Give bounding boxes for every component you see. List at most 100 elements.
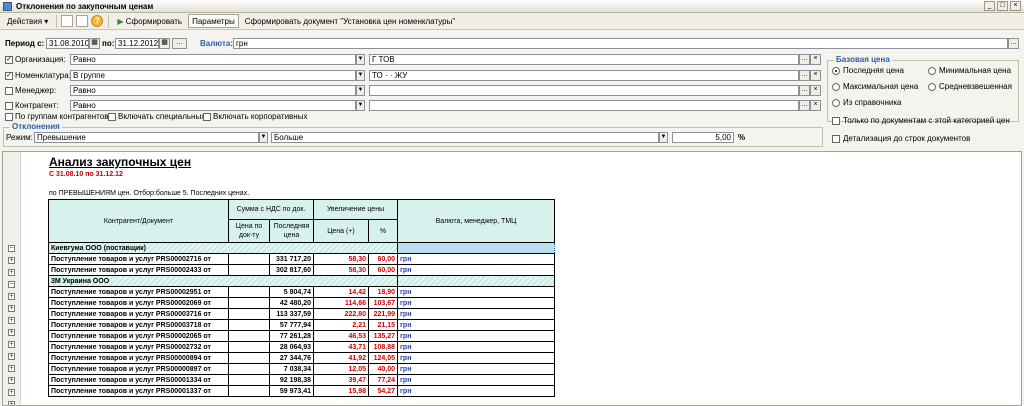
organization-clear-icon[interactable]: × [810, 54, 821, 65]
table-row[interactable]: Поступление товаров и услуг PRS00003716 … [48, 308, 555, 320]
expand-toggle-icon[interactable]: + [8, 365, 15, 372]
mode-select[interactable]: Превышение [34, 132, 259, 143]
expand-toggle-icon[interactable]: + [8, 257, 15, 264]
doc-cell[interactable]: Поступление товаров и услуг PRS00001337 … [48, 385, 229, 397]
manager-clear-icon[interactable]: × [810, 85, 821, 96]
doc-cell[interactable]: Поступление товаров и услуг PRS00003716 … [48, 308, 229, 320]
manager-value-input[interactable] [369, 85, 799, 96]
expand-toggle-icon[interactable]: + [8, 305, 15, 312]
doc-cell[interactable]: Поступление товаров и услуг PRS00002069 … [48, 297, 229, 309]
detail-checkbox[interactable] [832, 135, 840, 143]
expand-toggle-icon[interactable]: + [8, 401, 15, 405]
table-row[interactable]: Поступление товаров и услуг PRS00003718 … [48, 319, 555, 331]
counterparty-checkbox[interactable] [5, 102, 13, 110]
organization-value-input[interactable]: Г ТОВ [369, 54, 799, 65]
expand-toggle-icon[interactable]: + [8, 353, 15, 360]
counterparty-select-button[interactable]: … [799, 100, 810, 111]
manager-mode-select[interactable]: Равно [70, 85, 356, 96]
doc-cell[interactable]: Поступление товаров и услуг PRS00002065 … [48, 330, 229, 342]
max-price-radio[interactable] [832, 83, 840, 91]
compare-select[interactable]: Больше [271, 132, 659, 143]
generate-doc-button[interactable]: Сформировать документ "Установка цен ном… [241, 14, 459, 28]
counterparty-value-input[interactable] [369, 100, 799, 111]
params-button[interactable]: Параметры [188, 14, 239, 28]
table-row[interactable]: Поступление товаров и услуг PRS00002951 … [48, 286, 555, 298]
nomenclature-mode-select[interactable]: В группе [70, 70, 356, 81]
table-row[interactable]: Поступление товаров и услуг PRS00001337 … [48, 385, 555, 397]
close-icon[interactable]: × [1010, 1, 1021, 11]
chevron-down-icon[interactable]: ▼ [356, 70, 365, 81]
doc-cell[interactable]: Поступление товаров и услуг PRS00002951 … [48, 286, 229, 298]
include-corporate-checkbox[interactable] [203, 113, 211, 121]
minimize-icon[interactable]: _ [984, 1, 995, 11]
search-icon[interactable] [76, 15, 89, 27]
min-price-radio[interactable] [928, 67, 936, 75]
counterparty-clear-icon[interactable]: × [810, 100, 821, 111]
generate-button[interactable]: ▶ Сформировать [113, 14, 186, 28]
counterparty-mode-select[interactable]: Равно [70, 100, 356, 111]
organization-mode-select[interactable]: Равно [70, 54, 356, 65]
table-row[interactable]: Поступление товаров и услуг PRS00002069 … [48, 297, 555, 309]
chevron-down-icon[interactable]: ▼ [356, 85, 365, 96]
table-row[interactable]: Поступление товаров и услуг PRS00002433 … [48, 264, 555, 276]
group-row[interactable]: Киевгума ООО (поставщик) [48, 242, 555, 254]
doc-cell[interactable]: Поступление товаров и услуг PRS00003718 … [48, 319, 229, 331]
doc-cell[interactable]: Поступление товаров и услуг PRS00002433 … [48, 264, 229, 276]
nomenclature-select-button[interactable]: … [799, 70, 810, 81]
doc-cell[interactable]: Поступление товаров и услуг PRS00002732 … [48, 341, 229, 353]
settings-icon[interactable] [61, 15, 74, 27]
collapse-toggle-icon[interactable]: − [8, 281, 15, 288]
period-from-input[interactable]: 31.08.2010 [46, 38, 89, 49]
table-row[interactable]: Поступление товаров и услуг PRS00001334 … [48, 374, 555, 386]
chevron-down-icon[interactable]: ▼ [659, 132, 668, 143]
expand-toggle-icon[interactable]: + [8, 293, 15, 300]
organization-select-button[interactable]: … [799, 54, 810, 65]
period-select-button[interactable]: … [172, 38, 187, 49]
doc-cell[interactable]: Поступление товаров и услуг PRS00001334 … [48, 374, 229, 386]
expand-toggle-icon[interactable]: + [8, 317, 15, 324]
period-to-input[interactable]: 31.12.2012 [115, 38, 159, 49]
manager-checkbox[interactable] [5, 87, 13, 95]
manager-select-button[interactable]: … [799, 85, 810, 96]
expand-toggle-icon[interactable]: + [8, 269, 15, 276]
table-row[interactable]: Поступление товаров и услуг PRS00002716 … [48, 253, 555, 265]
organization-checkbox[interactable]: ✓ [5, 56, 13, 64]
calendar-icon[interactable]: ▦ [159, 38, 170, 49]
group-extra-cell[interactable] [397, 275, 555, 287]
actions-menu-button[interactable]: Действия ▾ [3, 14, 52, 28]
collapse-toggle-icon[interactable]: − [8, 245, 15, 252]
weighted-price-radio[interactable] [928, 83, 936, 91]
table-row[interactable]: Поступление товаров и услуг PRS00002065 … [48, 330, 555, 342]
nomenclature-value-input[interactable]: ТО · · ЖУ [369, 70, 799, 81]
chevron-down-icon[interactable]: ▼ [356, 100, 365, 111]
help-icon[interactable]: ? [91, 15, 104, 27]
table-row[interactable]: Поступление товаров и услуг PRS00000897 … [48, 363, 555, 375]
by-groups-checkbox[interactable] [5, 113, 13, 121]
expand-toggle-icon[interactable]: + [8, 341, 15, 348]
deviation-value-input[interactable]: 5,00 [672, 132, 734, 143]
chevron-down-icon[interactable]: ▼ [356, 54, 365, 65]
table-row[interactable]: Поступление товаров и услуг PRS00002732 … [48, 341, 555, 353]
expand-toggle-icon[interactable]: + [8, 389, 15, 396]
doc-cell[interactable]: Поступление товаров и услуг PRS00000894 … [48, 352, 229, 364]
table-row[interactable]: Поступление товаров и услуг PRS00000894 … [48, 352, 555, 364]
report-area[interactable]: − + + − + + + + + + + + + + Анализ закупочных цен С 3… [2, 151, 1022, 406]
expand-toggle-icon[interactable]: + [8, 377, 15, 384]
nomenclature-checkbox[interactable]: ✓ [5, 72, 13, 80]
chevron-down-icon[interactable]: ▼ [259, 132, 268, 143]
maximize-icon[interactable]: □ [997, 1, 1008, 11]
only-docs-checkbox[interactable] [832, 117, 840, 125]
last-price-radio[interactable] [832, 67, 840, 75]
from-catalog-radio[interactable] [832, 99, 840, 107]
counterparty-label: Контрагент: [15, 101, 59, 110]
currency-select-button[interactable]: … [1008, 38, 1019, 49]
group-row[interactable]: 3М Украина ООО [48, 275, 555, 287]
include-special-checkbox[interactable] [108, 113, 116, 121]
nomenclature-clear-icon[interactable]: × [810, 70, 821, 81]
calendar-icon[interactable]: ▦ [89, 38, 100, 49]
expand-toggle-icon[interactable]: + [8, 329, 15, 336]
doc-cell[interactable]: Поступление товаров и услуг PRS00000897 … [48, 363, 229, 375]
group-extra-cell[interactable] [397, 242, 555, 254]
currency-input[interactable]: грн [233, 38, 1008, 49]
doc-cell[interactable]: Поступление товаров и услуг PRS00002716 … [48, 253, 229, 265]
